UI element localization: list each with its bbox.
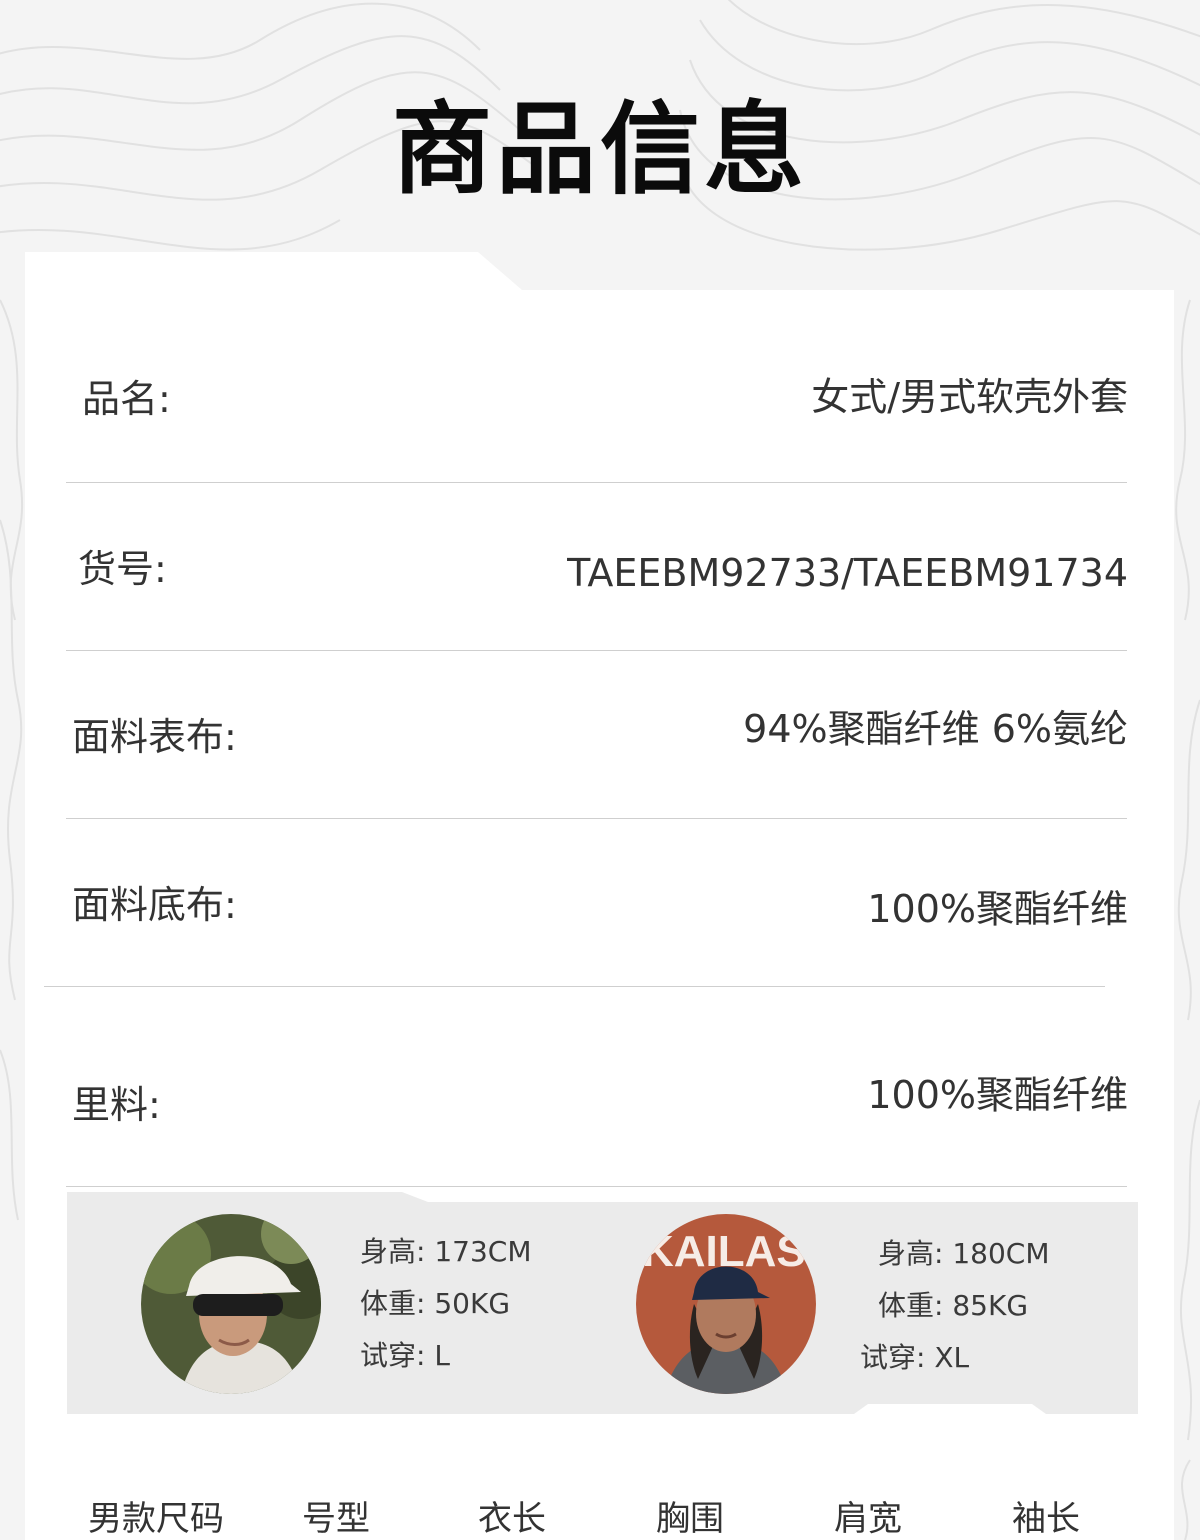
size-table-header-model-number: 号型 (302, 1499, 370, 1539)
model-size: 试穿: L (360, 1339, 450, 1372)
size-table-header-size: 男款尺码 (88, 1499, 224, 1539)
size-table-header-sleeve: 袖长 (1012, 1499, 1080, 1539)
size-table-header-length: 衣长 (478, 1499, 546, 1539)
male-model-photo-icon: KAILAS (636, 1214, 816, 1394)
model-weight: 体重: 85KG (878, 1289, 1029, 1322)
model-avatar-male: KAILAS (636, 1214, 816, 1394)
model-weight: 体重: 50KG (360, 1287, 511, 1320)
model-height: 身高: 173CM (360, 1235, 532, 1268)
model-avatar-female (141, 1214, 321, 1394)
model-size: 试穿: XL (860, 1341, 970, 1374)
size-table-header-chest: 胸围 (656, 1499, 724, 1539)
size-table-header-shoulder: 肩宽 (834, 1499, 902, 1539)
female-model-photo-icon (141, 1214, 321, 1394)
model-height: 身高: 180CM (878, 1237, 1050, 1270)
